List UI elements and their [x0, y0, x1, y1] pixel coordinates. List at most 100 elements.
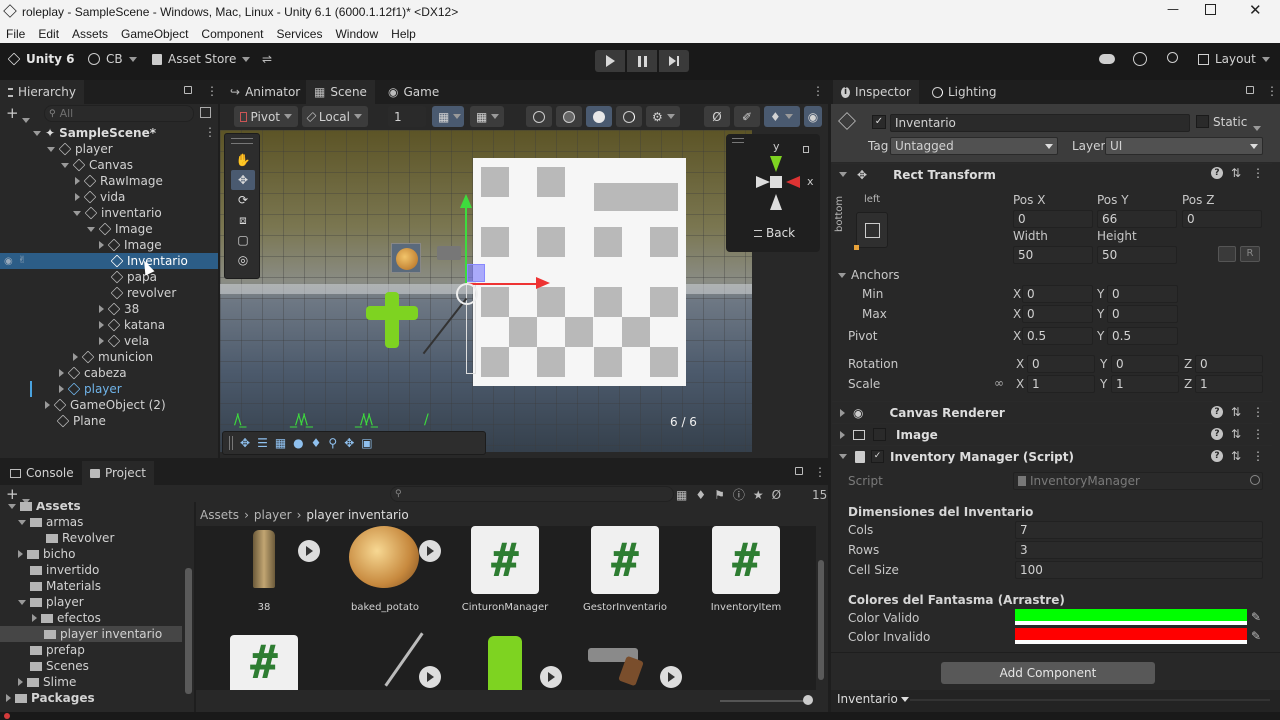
folder-player-inventario[interactable]: player inventario — [44, 626, 162, 642]
unlit-button[interactable] — [616, 106, 642, 127]
tab-hierarchy[interactable]: Hierarchy — [0, 80, 84, 104]
tree-item-cabeza[interactable]: cabeza — [59, 365, 127, 381]
tree-item-plane[interactable]: Plane — [56, 413, 106, 429]
help-icon[interactable]: ? — [1211, 428, 1223, 440]
version-control-icon[interactable]: ⇌ — [262, 52, 272, 66]
icon-size-slider-handle[interactable] — [803, 695, 813, 705]
tree-item-image-child[interactable]: Image — [99, 237, 162, 253]
inspector-footer-dropdown[interactable]: Inventario — [837, 692, 909, 706]
close-icon[interactable]: ✕ — [1249, 1, 1262, 19]
tree-item-player-prefab[interactable]: player — [59, 381, 122, 397]
scale-x-input[interactable]: 1 — [1027, 375, 1095, 393]
grid-dropdown[interactable]: ▦ — [470, 106, 504, 127]
tree-item-katana[interactable]: katana — [99, 317, 165, 333]
scale-y-input[interactable]: 1 — [1111, 375, 1179, 393]
tree-item-rawimage[interactable]: RawImage — [75, 173, 163, 189]
camera-button[interactable]: ◉ — [804, 106, 822, 127]
tree-item-canvas[interactable]: Canvas — [61, 157, 133, 173]
csharp-script-icon[interactable]: # — [230, 635, 298, 690]
move-icon[interactable]: ✥ — [240, 436, 250, 450]
rot-z-input[interactable]: 0 — [1195, 355, 1263, 373]
anchor-presets-button[interactable] — [856, 212, 888, 248]
min-y-input[interactable]: 0 — [1107, 285, 1178, 303]
gizmo-x-axis[interactable] — [466, 283, 536, 285]
folder-revolver[interactable]: Revolver — [46, 530, 114, 546]
tag-dropdown[interactable]: Untagged — [890, 137, 1058, 155]
help-icon[interactable]: ? — [1211, 167, 1223, 179]
wireframe-button[interactable] — [526, 106, 552, 127]
tab-project[interactable]: Project — [82, 461, 154, 485]
csharp-script-icon[interactable]: # — [712, 526, 780, 594]
blueprint-mode-button[interactable] — [1218, 246, 1236, 262]
object-name-field[interactable]: Inventario — [890, 114, 1190, 132]
more-icon[interactable]: ⋮ — [1252, 449, 1264, 463]
folder-slime[interactable]: Slime — [18, 674, 76, 690]
tree-item-vela[interactable]: vela — [99, 333, 149, 349]
help-icon[interactable]: ? — [1211, 450, 1223, 462]
add-component-button[interactable]: Add Component — [941, 662, 1155, 684]
pick-hand-icon[interactable]: ✌ — [18, 255, 26, 266]
static-checkbox[interactable] — [1196, 115, 1209, 128]
icon-size-slider-track[interactable] — [720, 700, 810, 702]
tree-item-vida[interactable]: vida — [75, 189, 125, 205]
menu-gameobject[interactable]: GameObject — [121, 27, 188, 41]
breadcrumb-player-inventario[interactable]: player inventario — [306, 508, 408, 522]
eyedropper-icon[interactable]: ✎ — [1251, 610, 1261, 624]
gizmo-y-arrow[interactable] — [460, 194, 472, 208]
tab-inspector[interactable]: i Inspector — [833, 80, 919, 104]
color-invalid-swatch[interactable] — [1015, 628, 1247, 644]
tree-item-gameobject2[interactable]: GameObject (2) — [45, 397, 166, 413]
tab-console[interactable]: Console — [2, 461, 82, 485]
hidden-packages-icon[interactable]: Ø — [772, 488, 781, 502]
gizmo-y-cone[interactable] — [770, 156, 782, 172]
canvas-renderer-header[interactable]: ◉ Canvas Renderer — [832, 401, 1272, 423]
zoom-icon[interactable]: ⚲ — [328, 436, 337, 450]
tools-toggle[interactable]: ✐ — [734, 106, 760, 127]
more-icon[interactable]: ⋮ — [1266, 84, 1278, 98]
rect-transform-header[interactable]: ✥ Rect Transform — [832, 163, 1272, 185]
folder-invertido[interactable]: invertido — [30, 562, 99, 578]
max-y-input[interactable]: 0 — [1107, 305, 1178, 323]
lock-icon[interactable] — [1246, 86, 1254, 94]
min-x-input[interactable]: 0 — [1022, 285, 1093, 303]
folder-player[interactable]: player — [18, 594, 84, 610]
pause-button[interactable] — [627, 50, 657, 72]
preset-icon[interactable]: ⇅ — [1231, 166, 1241, 180]
gizmos-dropdown[interactable]: ♦ — [764, 106, 800, 127]
asset-store-dropdown[interactable]: Asset Store — [152, 52, 251, 66]
gizmo-x-arrow[interactable] — [536, 277, 550, 289]
shaded-wire-button[interactable] — [556, 106, 582, 127]
tree-item-samplescene[interactable]: ✦ SampleScene* — [33, 125, 156, 141]
search-icon[interactable] — [1167, 52, 1178, 63]
tab-lighting[interactable]: Lighting — [924, 80, 1005, 104]
folder-materials[interactable]: Materials — [30, 578, 101, 594]
rot-x-input[interactable]: 0 — [1027, 355, 1095, 373]
csharp-script-icon[interactable]: # — [591, 526, 659, 594]
tree-item-revolver[interactable]: revolver — [110, 285, 176, 301]
hand-tool-icon[interactable]: ✋ — [231, 150, 255, 170]
history-icon[interactable] — [1133, 52, 1147, 66]
hierarchy-search-input[interactable]: ⚲ All — [44, 105, 194, 122]
tab-game[interactable]: ◉ Game — [380, 80, 447, 104]
preset-icon[interactable]: ⇅ — [1231, 405, 1241, 419]
favorite-star-icon[interactable]: ★ — [753, 488, 764, 502]
snap-increment-dropdown[interactable]: ▦ — [432, 106, 464, 127]
pos-y-input[interactable]: 66 — [1097, 210, 1177, 228]
more-icon[interactable]: ⋮ — [1252, 427, 1264, 441]
maximize-icon[interactable] — [1205, 4, 1216, 15]
move-tool-icon[interactable]: ✥ — [231, 170, 255, 190]
image-enabled-checkbox[interactable] — [873, 428, 886, 441]
asset-grid-scrollbar[interactable] — [818, 560, 824, 680]
play-button[interactable] — [595, 50, 625, 72]
local-dropdown[interactable]: Local — [302, 106, 368, 127]
color-valid-swatch[interactable] — [1015, 609, 1247, 625]
sphere-icon[interactable]: ● — [293, 436, 303, 450]
tab-scene[interactable]: ▦ Scene — [306, 80, 375, 104]
menu-help[interactable]: Help — [391, 27, 416, 41]
script-enabled-checkbox[interactable]: ✓ — [871, 450, 884, 463]
inventory-manager-header[interactable]: ✓ Inventory Manager (Script) — [832, 445, 1272, 467]
tree-scrollbar[interactable] — [185, 568, 192, 694]
tree-item-38[interactable]: 38 — [99, 301, 139, 317]
pivot-y-input[interactable]: 0.5 — [1107, 327, 1178, 345]
lock-icon[interactable] — [795, 467, 803, 475]
